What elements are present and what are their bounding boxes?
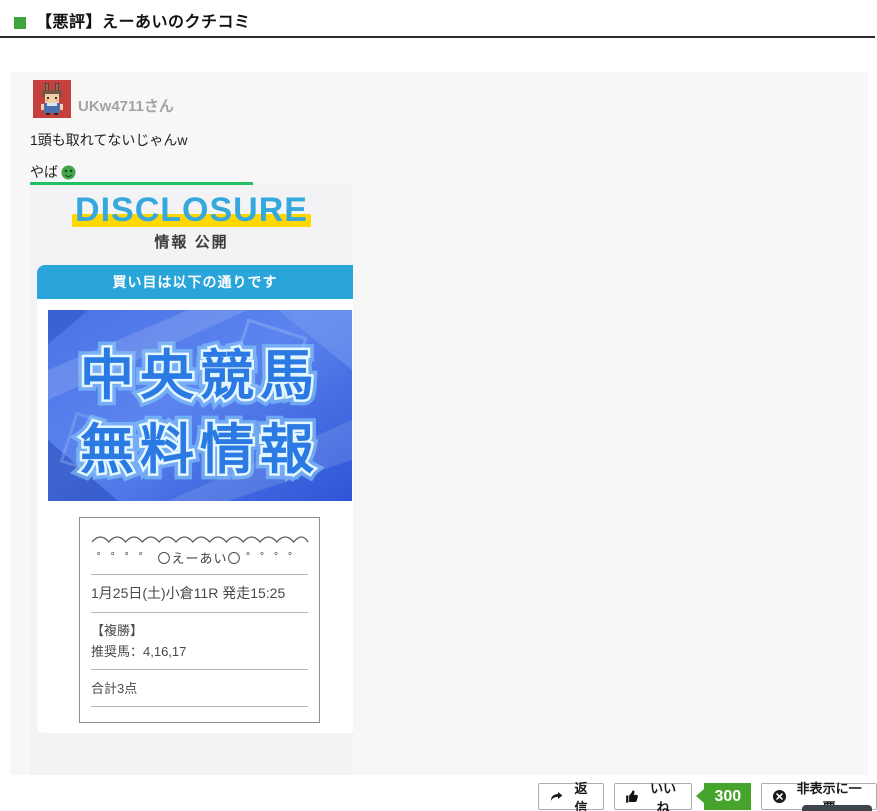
thumbs-up-icon	[625, 789, 640, 804]
ticket-bet-type: 【複勝】	[91, 620, 308, 639]
like-button[interactable]: いいね	[614, 783, 692, 810]
hide-x-icon	[772, 789, 787, 804]
promo-banner: 買い目は以下の通りです	[37, 265, 353, 299]
reply-button[interactable]: 返信	[538, 783, 604, 810]
like-count-badge: 300	[704, 783, 751, 810]
page-title: 【悪評】えーあいのクチコミ	[36, 8, 251, 32]
avatar	[33, 80, 71, 118]
comment-text-2: やば	[30, 162, 76, 182]
disclosure-logo-text: DISCLOSURE	[75, 191, 308, 229]
reply-arrow-icon	[549, 789, 564, 804]
ticket-divider	[91, 706, 308, 707]
tooltip-stub	[802, 805, 872, 811]
nauseated-face-emoji-icon	[61, 165, 76, 180]
graphic-line1: 中央競馬	[80, 346, 320, 406]
ticket-divider	[91, 669, 308, 670]
page: 【悪評】えーあいのクチコミ	[0, 0, 877, 811]
comment-text-2-label: やば	[30, 162, 58, 182]
promo-subtitle: 情報 公開	[30, 231, 353, 252]
ticket-total: 合計3点	[91, 678, 308, 697]
graphic-line2: 無料情報	[80, 420, 320, 480]
free-info-graphic: 中央競馬 無料情報 中央競馬 無料情報	[48, 310, 352, 501]
like-label: いいね	[645, 778, 681, 811]
promo-image: DISCLOSURE 情報 公開 買い目は以下の通りです	[30, 185, 353, 775]
user-row: UKw4711さん	[33, 80, 174, 118]
section-bullet-icon	[14, 17, 26, 29]
ticket-divider	[91, 574, 308, 575]
header-divider	[0, 36, 875, 38]
bet-ticket: ゜゜゜゜ 〇えーあい〇 ゜゜゜゜ 1月25日(土)小倉11R 発走15:25 【…	[79, 517, 320, 723]
review-card: UKw4711さん 1頭も取れてないじゃんw やば DISCLOSURE 情報 …	[10, 72, 868, 775]
username: UKw4711さん	[78, 95, 174, 116]
comment-text: 1頭も取れてないじゃんw	[30, 130, 187, 150]
scallop-border	[91, 532, 309, 544]
ticket-provider: ゜゜゜゜ 〇えーあい〇 ゜゜゜゜	[91, 548, 308, 567]
promo-content-card: 中央競馬 無料情報 中央競馬 無料情報 ゜゜゜゜ 〇えーあい〇 ゜゜゜゜ 1月2…	[37, 299, 353, 733]
promo-header: DISCLOSURE 情報 公開	[30, 185, 353, 252]
ticket-picks: 推奨馬：4,16,17	[91, 641, 308, 660]
reply-label: 返信	[569, 778, 593, 811]
ticket-divider	[91, 612, 308, 613]
disclosure-logo: DISCLOSURE	[75, 191, 308, 230]
ticket-race: 1月25日(土)小倉11R 発走15:25	[91, 583, 308, 603]
